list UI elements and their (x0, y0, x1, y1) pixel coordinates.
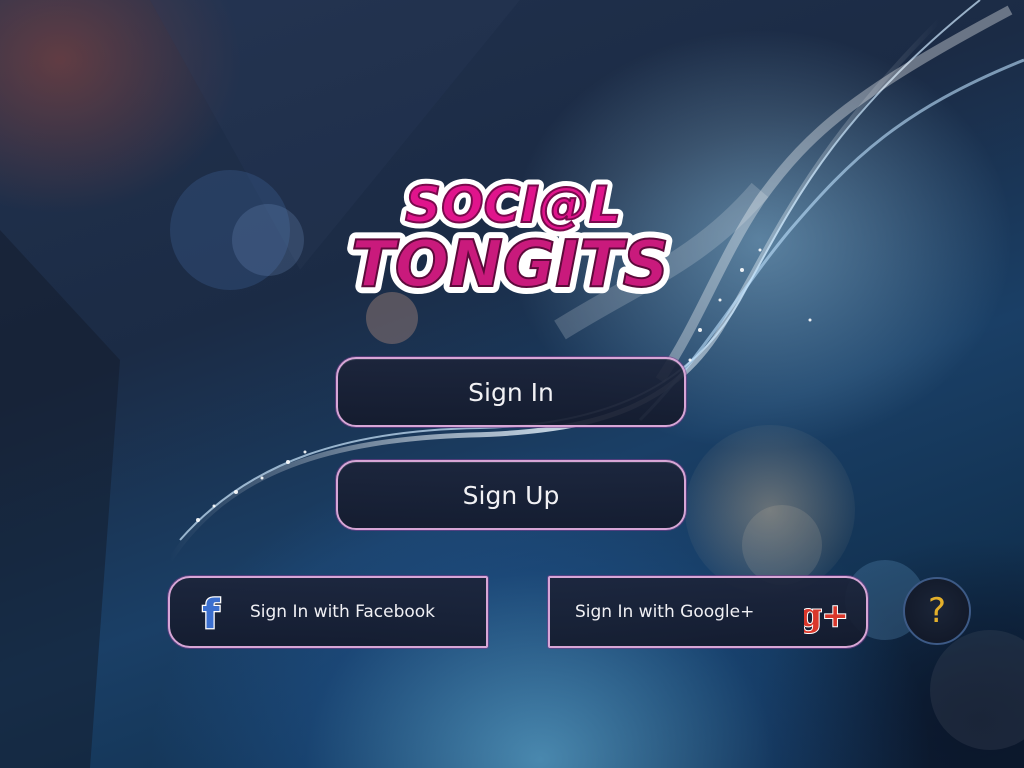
facebook-sign-in-label: Sign In with Facebook (250, 602, 436, 622)
logo-line1: SOCI@L (405, 176, 621, 234)
app-logo: SOCI@L SOCI@L TONGITS TONGITS (345, 170, 675, 309)
sign-in-label: Sign In (468, 377, 554, 407)
facebook-icon: f (201, 594, 222, 634)
login-screen: SOCI@L SOCI@L TONGITS TONGITS Sign In Si… (0, 0, 1024, 768)
help-button[interactable]: ? (903, 577, 971, 645)
google-plus-sign-in-button[interactable]: Sign In with Google+ g+ (548, 576, 868, 648)
question-mark-icon: ? (927, 591, 947, 631)
sign-up-label: Sign Up (462, 480, 560, 510)
google-plus-sign-in-label: Sign In with Google+ (575, 602, 755, 622)
sign-up-button[interactable]: Sign Up (336, 460, 686, 530)
svg-text:g+: g+ (804, 596, 848, 634)
sign-in-button[interactable]: Sign In (336, 357, 686, 427)
google-plus-icon: g+ (804, 595, 848, 635)
facebook-sign-in-button[interactable]: f Sign In with Facebook (168, 576, 488, 648)
logo-line2: TONGITS (351, 228, 669, 302)
svg-text:f: f (202, 594, 220, 634)
